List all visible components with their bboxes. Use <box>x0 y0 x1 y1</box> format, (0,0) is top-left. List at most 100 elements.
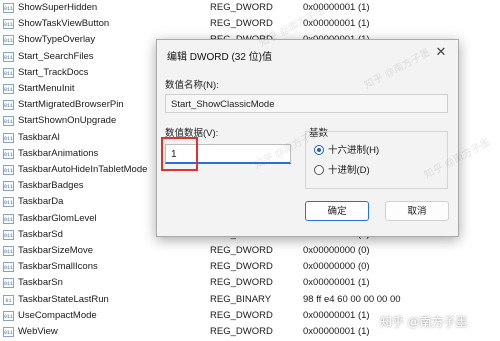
reg-value-data: 0x00000001 (1) <box>303 18 370 30</box>
reg-value-icon: 011 <box>3 35 14 46</box>
watermark-badge-text: 知乎 @南方子墨 <box>380 315 468 329</box>
svg-text:011: 011 <box>4 184 13 190</box>
reg-value-name: Start_TrackDocs <box>18 66 89 78</box>
svg-text:011: 011 <box>4 22 13 28</box>
reg-value-name: TaskbarSn <box>18 277 63 289</box>
reg-value-name: TaskbarAutoHideInTabletMode <box>18 164 148 175</box>
value-name-field: Start_ShowClassicMode <box>165 94 448 113</box>
reg-value-name: ShowTypeOverlay <box>18 34 96 46</box>
reg-value-type: REG_DWORD <box>210 309 273 321</box>
reg-value-data: 0x00000000 (0) <box>303 261 370 273</box>
reg-value-icon: 011 <box>3 67 14 78</box>
svg-text:011: 011 <box>4 281 13 287</box>
base-group <box>305 131 448 189</box>
reg-value-icon: 011 <box>3 310 14 321</box>
radio-hex-label: 十六进制(H) <box>328 145 380 156</box>
reg-value-name: WebView <box>18 326 58 337</box>
registry-row[interactable]: 011 ShowTaskViewButton REG_DWORD 0x00000001… <box>0 16 500 32</box>
svg-text:011: 011 <box>4 168 13 174</box>
reg-value-type: REG_DWORD <box>210 18 273 30</box>
watermark-badge: 知乎 @南方子墨 <box>380 313 468 331</box>
highlight-box <box>161 137 198 171</box>
reg-value-name: ShowSuperHidden <box>18 2 98 13</box>
reg-value-icon: 011 <box>3 3 14 13</box>
reg-value-type: REG_DWORD <box>210 277 273 289</box>
reg-value-type: REG_DWORD <box>210 2 273 13</box>
ok-button[interactable]: 确定 <box>305 201 369 221</box>
reg-value-type: REG_DWORD <box>210 245 273 256</box>
reg-value-name: StartMigratedBrowserPin <box>18 99 124 111</box>
reg-value-icon: 011 <box>3 327 14 337</box>
value-name-label: 数值名称(N): <box>165 80 219 91</box>
reg-value-icon: 011 <box>3 262 14 273</box>
reg-value-icon: 011 <box>3 165 14 175</box>
reg-value-name: StartShownOnUpgrade <box>18 115 117 127</box>
svg-text:011: 011 <box>4 314 13 320</box>
svg-text:01: 01 <box>5 298 11 304</box>
reg-value-icon: 011 <box>3 84 14 94</box>
reg-value-name: Start_SearchFiles <box>18 50 94 62</box>
svg-text:011: 011 <box>4 217 13 223</box>
registry-row[interactable]: 011 TaskbarSizeMove REG_DWORD 0x00000000 (0… <box>0 243 500 259</box>
reg-value-name: TaskbarBadges <box>18 180 84 192</box>
svg-text:011: 011 <box>4 87 13 93</box>
reg-value-name: TaskbarSmallIcons <box>18 261 98 273</box>
reg-value-type: REG_DWORD <box>210 261 273 273</box>
reg-value-data: 0x00000001 (1) <box>303 326 370 337</box>
reg-value-name: TaskbarSd <box>18 228 63 240</box>
reg-value-icon: 011 <box>3 100 14 111</box>
reg-value-data: 0x00000000 (0) <box>303 245 370 256</box>
registry-row[interactable]: 011 TaskbarSn REG_DWORD 0x00000001 (1) <box>0 275 500 291</box>
reg-value-icon: 011 <box>3 213 14 224</box>
radio-hex-indicator[interactable] <box>314 145 324 155</box>
reg-value-icon: 011 <box>3 246 14 256</box>
reg-value-icon: 011 <box>3 116 14 127</box>
registry-row[interactable]: 011 TaskbarSmallIcons REG_DWORD 0x00000000 … <box>0 259 500 275</box>
svg-text:011: 011 <box>4 119 13 125</box>
svg-text:011: 011 <box>4 103 13 109</box>
reg-value-icon: 011 <box>3 229 14 240</box>
svg-text:011: 011 <box>4 152 13 158</box>
edit-dword-dialog: 编辑 DWORD (32 位)值 ✕ 数值名称(N): Start_ShowCl… <box>156 39 459 237</box>
reg-value-icon: 011 <box>3 19 14 30</box>
reg-value-icon: 011 <box>3 51 14 62</box>
reg-value-data: 98 ff e4 60 00 00 00 00 <box>303 293 401 305</box>
reg-value-name: TaskbarStateLastRun <box>18 293 109 305</box>
reg-value-icon: 011 <box>3 148 14 159</box>
svg-text:011: 011 <box>4 38 13 44</box>
svg-text:011: 011 <box>4 136 13 142</box>
radio-dec-label: 十进制(D) <box>328 165 370 176</box>
reg-value-name: TaskbarAl <box>18 131 60 143</box>
reg-value-icon: 011 <box>3 132 14 143</box>
reg-value-data: 0x00000001 (1) <box>303 2 370 13</box>
reg-value-icon: 01 <box>3 294 14 305</box>
reg-value-icon: 011 <box>3 181 14 192</box>
svg-text:011: 011 <box>4 330 13 336</box>
reg-value-name: ShowTaskViewButton <box>18 18 110 30</box>
reg-value-name: TaskbarAnimations <box>18 147 99 159</box>
reg-value-data: 0x00000001 (1) <box>303 309 370 321</box>
reg-value-name: UseCompactMode <box>18 309 97 321</box>
svg-text:011: 011 <box>4 233 13 239</box>
dialog-title: 编辑 DWORD (32 位)值 <box>167 52 272 63</box>
radio-dec-indicator[interactable] <box>314 165 324 175</box>
svg-text:011: 011 <box>4 249 13 255</box>
cancel-button[interactable]: 取消 <box>385 201 449 221</box>
svg-text:011: 011 <box>4 200 13 206</box>
registry-row[interactable]: 011 ShowSuperHidden REG_DWORD 0x00000001 (1… <box>0 0 500 16</box>
registry-row[interactable]: 01 TaskbarStateLastRun REG_BINARY 98 ff e4 … <box>0 292 500 308</box>
reg-value-name: TaskbarDa <box>18 196 64 208</box>
svg-text:011: 011 <box>4 6 13 12</box>
reg-value-icon: 011 <box>3 197 14 208</box>
reg-value-name: StartMenuInit <box>18 83 75 94</box>
reg-value-name: TaskbarGlomLevel <box>18 212 97 224</box>
reg-value-type: REG_DWORD <box>210 326 273 337</box>
reg-value-data: 0x00000001 (1) <box>303 277 370 289</box>
reg-value-name: TaskbarSizeMove <box>18 245 93 256</box>
svg-text:011: 011 <box>4 55 13 61</box>
reg-value-type: REG_BINARY <box>210 293 272 305</box>
reg-value-icon: 011 <box>3 278 14 289</box>
svg-text:011: 011 <box>4 265 13 271</box>
svg-text:011: 011 <box>4 71 13 77</box>
close-icon[interactable]: ✕ <box>432 43 450 61</box>
